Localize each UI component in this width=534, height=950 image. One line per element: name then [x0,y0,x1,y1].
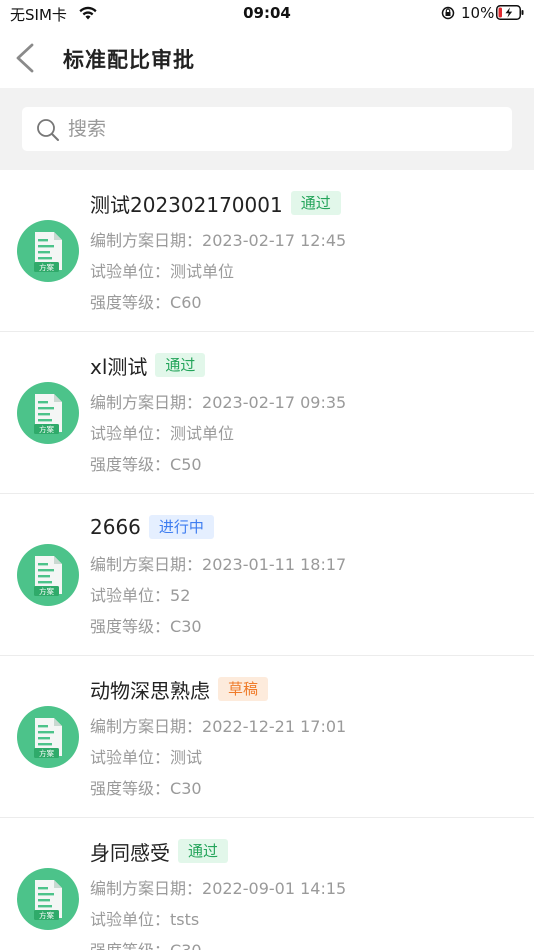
list-item[interactable]: 方案 测试202302170001 通过 编制方案日期：2023-02-17 1… [0,170,534,332]
grade-label: 强度等级： [90,941,170,950]
date-label: 编制方案日期： [90,879,203,898]
battery-percentage: 10% [461,4,495,22]
grade-label: 强度等级： [90,455,171,474]
date-value: 2022-12-21 17:01 [202,717,347,736]
list-item[interactable]: 方案 2666 进行中 编制方案日期：2023-01-11 18:17 试验单位… [0,494,534,656]
date-label: 编制方案日期： [90,231,203,250]
status-badge: 通过 [155,353,206,377]
icon-label: 方案 [39,262,54,272]
unit-label: 试验单位： [90,910,171,929]
unit-value: 测试单位 [170,262,235,281]
status-badge: 草稿 [218,677,269,701]
unit-label: 试验单位： [90,424,171,443]
document-icon: 方案 [17,868,79,930]
item-name: 身同感受 [90,840,170,865]
grade-value: C50 [170,455,202,474]
rotation-lock-icon [441,6,455,20]
unit-label: 试验单位： [90,586,171,605]
grade-value: C30 [170,941,202,950]
icon-label: 方案 [39,748,54,758]
item-name: 测试202302170001 [90,192,283,217]
document-icon: 方案 [17,706,79,768]
grade-label: 强度等级： [90,293,171,312]
icon-label: 方案 [39,586,54,596]
document-icon: 方案 [17,544,79,606]
list-item[interactable]: 方案 身同感受 通过 编制方案日期：2022-09-01 14:15 试验单位：… [0,818,534,950]
grade-label: 强度等级： [90,617,171,636]
status-badge: 通过 [290,191,341,215]
date-value: 2023-02-17 09:35 [202,393,347,412]
date-label: 编制方案日期： [90,555,203,574]
document-icon: 方案 [17,382,79,444]
item-name: 2666 [90,515,141,539]
unit-value: 测试单位 [170,424,235,443]
battery-charging-icon [496,5,524,20]
item-name: xl测试 [90,354,148,379]
search-box[interactable] [22,107,512,151]
list-item[interactable]: 方案 xl测试 通过 编制方案日期：2023-02-17 09:35 试验单位：… [0,332,534,494]
date-value: 2023-01-11 18:17 [202,555,347,574]
status-badge: 通过 [178,839,229,863]
grade-label: 强度等级： [90,779,171,798]
icon-label: 方案 [39,910,54,920]
date-label: 编制方案日期： [90,717,203,736]
item-name: 动物深思熟虑 [90,678,210,703]
list-item[interactable]: 方案 动物深思熟虑 草稿 编制方案日期：2022-12-21 17:01 试验单… [0,656,534,818]
search-input[interactable] [68,113,498,145]
date-label: 编制方案日期： [90,393,203,412]
status-badge: 进行中 [148,515,214,539]
unit-label: 试验单位： [90,262,171,281]
status-bar: 无SIM卡 09:04 10% [0,0,534,28]
search-area [0,88,534,170]
icon-label: 方案 [39,424,54,434]
unit-value: tsts [170,910,200,929]
grade-value: C60 [170,293,202,312]
unit-label: 试验单位： [90,748,171,767]
date-value: 2022-09-01 14:15 [202,879,347,898]
grade-value: C30 [170,779,202,798]
navigation-bar: 标准配比审批 [0,28,534,88]
unit-value: 52 [170,586,191,605]
page-title: 标准配比审批 [63,48,195,72]
back-chevron-icon[interactable] [12,42,38,74]
approval-list: 方案 测试202302170001 通过 编制方案日期：2023-02-17 1… [0,170,534,950]
document-icon: 方案 [17,220,79,282]
unit-value: 测试 [170,748,203,767]
search-icon [37,119,59,141]
date-value: 2023-02-17 12:45 [202,231,347,250]
grade-value: C30 [170,617,202,636]
